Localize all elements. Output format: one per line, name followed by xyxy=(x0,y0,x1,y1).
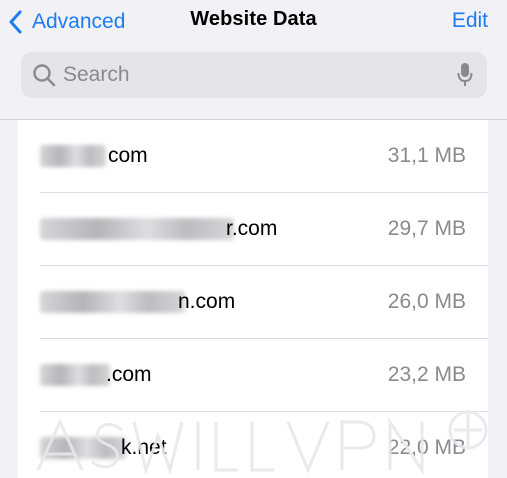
page-title: Website Data xyxy=(190,8,317,30)
search-field[interactable]: Search xyxy=(21,52,487,98)
edit-button[interactable]: Edit xyxy=(452,9,488,33)
list-item[interactable]: com 31,1 MB xyxy=(18,120,488,193)
search-placeholder: Search xyxy=(63,63,130,86)
list-item[interactable]: n.com 26,0 MB xyxy=(18,266,488,339)
list-item[interactable]: r.com 29,7 MB xyxy=(18,193,488,266)
site-data-size: 29,7 MB xyxy=(387,217,466,240)
list-item[interactable]: .com 23,2 MB xyxy=(18,339,488,412)
site-data-size: 31,1 MB xyxy=(387,144,466,167)
redacted-domain-blur xyxy=(40,218,234,240)
microphone-icon[interactable] xyxy=(457,62,473,88)
site-data-size: 26,0 MB xyxy=(387,290,466,313)
redacted-domain-blur xyxy=(40,291,185,313)
site-domain: n.com xyxy=(178,290,236,313)
search-icon xyxy=(33,64,56,87)
website-data-list: com 31,1 MB r.com 29,7 MB n.com 26,0 MB … xyxy=(18,120,488,478)
site-domain: r.com xyxy=(226,217,278,240)
redacted-domain-blur xyxy=(40,364,110,386)
site-domain: com xyxy=(108,144,148,167)
site-data-size: 23,2 MB xyxy=(387,363,466,386)
redacted-domain-blur xyxy=(40,437,126,459)
redacted-domain-blur xyxy=(40,145,106,167)
list-item[interactable]: k.net 22,0 MB xyxy=(18,412,488,478)
navigation-bar: Advanced Website Data Edit xyxy=(0,0,507,44)
site-data-size: 22,0 MB xyxy=(387,436,466,459)
site-domain: k.net xyxy=(121,436,167,459)
site-domain: .com xyxy=(106,363,152,386)
